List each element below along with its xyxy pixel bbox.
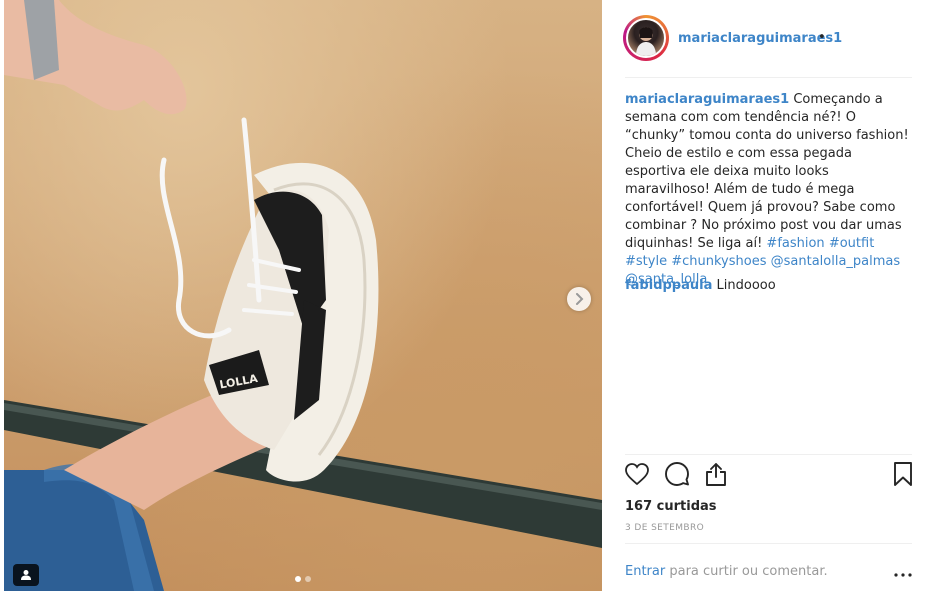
- comment-divider: [625, 543, 912, 544]
- post-date[interactable]: 3 DE SETEMBRO: [625, 523, 704, 533]
- instagram-post: LOLLA mariaclaraguimaraes1 • mariaclarag…: [0, 0, 934, 591]
- comment-text: Lindoooo: [716, 278, 776, 293]
- header-divider: [625, 77, 912, 78]
- comment-item: fabidppaula Lindoooo: [625, 277, 915, 295]
- like-count[interactable]: 167 curtidas: [625, 499, 717, 514]
- header-separator-dot: •: [818, 30, 826, 45]
- avatar[interactable]: [626, 18, 666, 58]
- login-link[interactable]: Entrar: [625, 564, 665, 579]
- caption-text: Começando a semana com com tendência né?…: [625, 92, 909, 251]
- login-prompt: Entrar para curtir ou comentar.: [625, 564, 828, 579]
- caption-author-link[interactable]: mariaclaraguimaraes1: [625, 92, 789, 107]
- share-icon: [704, 461, 728, 491]
- chevron-right-icon: [574, 290, 584, 309]
- user-tag-button[interactable]: [13, 564, 39, 586]
- avatar-story-ring[interactable]: [623, 15, 669, 61]
- carousel-dot: [295, 576, 301, 582]
- post-photo[interactable]: LOLLA: [4, 0, 602, 591]
- post-sidebar: mariaclaraguimaraes1 • mariaclaraguimara…: [602, 0, 934, 591]
- comment-author-link[interactable]: fabidppaula: [625, 278, 712, 293]
- bookmark-icon: [892, 461, 914, 491]
- carousel-indicator: [295, 576, 311, 582]
- share-button[interactable]: [703, 463, 729, 489]
- carousel-dot: [305, 576, 311, 582]
- hashtag-link[interactable]: #chunkyshoes: [671, 254, 766, 269]
- speech-bubble-icon: [664, 461, 690, 491]
- login-prompt-text: para curtir ou comentar.: [665, 564, 828, 579]
- hashtag-link[interactable]: #fashion: [766, 236, 824, 251]
- comment-button[interactable]: [664, 461, 690, 491]
- hashtag-link[interactable]: #outfit: [829, 236, 874, 251]
- next-photo-button[interactable]: [567, 287, 591, 311]
- post-caption: mariaclaraguimaraes1 Começando a semana …: [625, 91, 915, 289]
- more-options-button[interactable]: [892, 562, 914, 580]
- more-dots-icon: [894, 562, 912, 581]
- heart-outline-icon: [624, 462, 650, 490]
- photo-scene: LOLLA: [4, 0, 602, 591]
- save-button[interactable]: [890, 461, 916, 491]
- actions-divider: [625, 454, 912, 455]
- like-button[interactable]: [624, 463, 650, 489]
- hashtag-link[interactable]: #style: [625, 254, 667, 269]
- mention-link[interactable]: @santalolla_palmas: [771, 254, 901, 269]
- person-icon: [20, 566, 32, 585]
